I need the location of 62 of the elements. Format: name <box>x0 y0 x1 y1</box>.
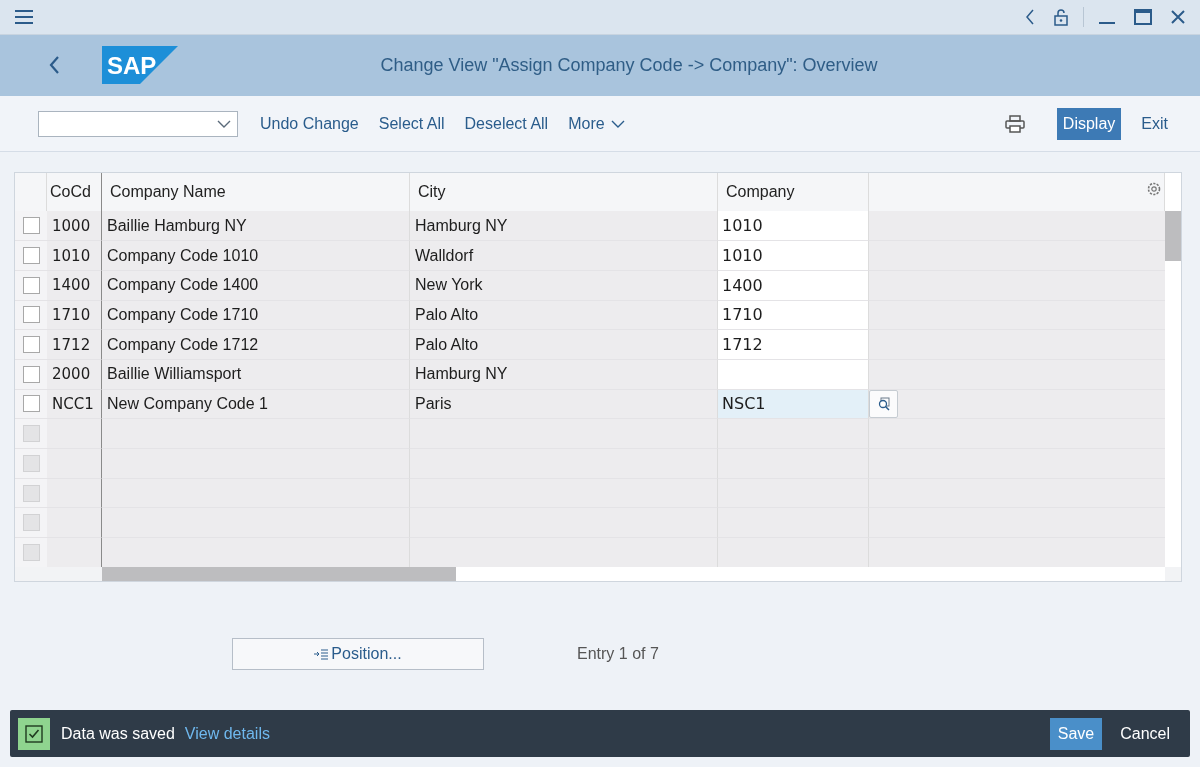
row-checkbox[interactable] <box>22 395 40 413</box>
message-text: Data was saved <box>61 724 175 743</box>
table-cell: 1010 <box>47 241 102 271</box>
column-header[interactable]: Company Name <box>102 173 410 212</box>
table-cell: 1400 <box>47 270 102 301</box>
cancel-button[interactable]: Cancel <box>1112 717 1178 750</box>
table-cell: Baillie Hamburg NY <box>102 211 410 242</box>
table-cell: Company Code 1010 <box>102 241 410 271</box>
logo: SAP <box>102 46 178 85</box>
caret-icon <box>610 119 625 128</box>
scrollbar-thumb[interactable] <box>102 567 456 582</box>
row-checkbox[interactable] <box>22 217 40 235</box>
table-cell: 1000 <box>47 211 102 242</box>
company-field[interactable]: 1010 <box>718 241 869 271</box>
dropdown-field[interactable] <box>38 110 238 137</box>
row-checkbox[interactable] <box>22 247 40 264</box>
table-cell: 2000 <box>47 359 102 390</box>
toolbar-button[interactable]: Exit <box>1135 107 1174 140</box>
position-button[interactable]: Position... <box>232 638 484 671</box>
column-header[interactable]: CoCd <box>47 173 102 212</box>
row-checkbox[interactable] <box>22 336 40 354</box>
table-cell: Company Code 1712 <box>102 330 410 360</box>
view-details-link[interactable]: View details <box>184 724 270 743</box>
caret-icon <box>217 119 231 128</box>
row-checkbox[interactable] <box>22 365 40 383</box>
more-menu-button[interactable]: More <box>562 107 631 140</box>
table-cell: Paris <box>410 389 718 420</box>
company-field[interactable] <box>718 359 869 390</box>
table-cell: 1710 <box>47 300 102 331</box>
page-title: Change View "Assign Company Code -> Company": Overview <box>379 54 879 76</box>
scrollbar-thumb[interactable] <box>1165 211 1181 262</box>
value-help-button[interactable] <box>869 389 898 419</box>
toolbar-button[interactable]: Select All <box>372 107 451 140</box>
row-checkbox[interactable] <box>22 276 40 294</box>
toolbar-button[interactable]: Undo Change <box>254 107 365 140</box>
row-checkbox[interactable] <box>22 306 40 324</box>
position-icon <box>314 648 329 661</box>
table-cell: Hamburg NY <box>410 211 718 242</box>
table-cell: Hamburg NY <box>410 359 718 390</box>
company-field[interactable]: 1010 <box>718 211 869 242</box>
entry-count: Entry 1 of 7 <box>577 645 659 664</box>
company-field[interactable]: 1710 <box>718 300 869 331</box>
table-cell: NCC1 <box>47 389 102 420</box>
table-cell: Palo Alto <box>410 300 718 331</box>
table-cell: Walldorf <box>410 241 718 271</box>
toolbar-button[interactable]: Display <box>1056 107 1122 140</box>
success-icon <box>18 717 50 750</box>
table-cell: Palo Alto <box>410 330 718 360</box>
table-cell: Company Code 1710 <box>102 300 410 331</box>
company-field[interactable]: 1400 <box>718 270 869 301</box>
table-cell: Company Code 1400 <box>102 270 410 301</box>
table-cell: New York <box>410 270 718 301</box>
table-cell: New Company Code 1 <box>102 389 410 420</box>
search-icon <box>876 396 891 411</box>
toolbar-button[interactable]: Deselect All <box>458 107 555 140</box>
column-header[interactable]: City <box>410 173 718 212</box>
table-cell: Baillie Williamsport <box>102 359 410 390</box>
table-cell: 1712 <box>47 330 102 360</box>
settings-icon[interactable] <box>1146 181 1162 198</box>
company-field[interactable]: 1712 <box>718 330 869 360</box>
column-header[interactable]: Company <box>718 173 869 212</box>
company-field[interactable]: NSC1 <box>718 389 869 420</box>
